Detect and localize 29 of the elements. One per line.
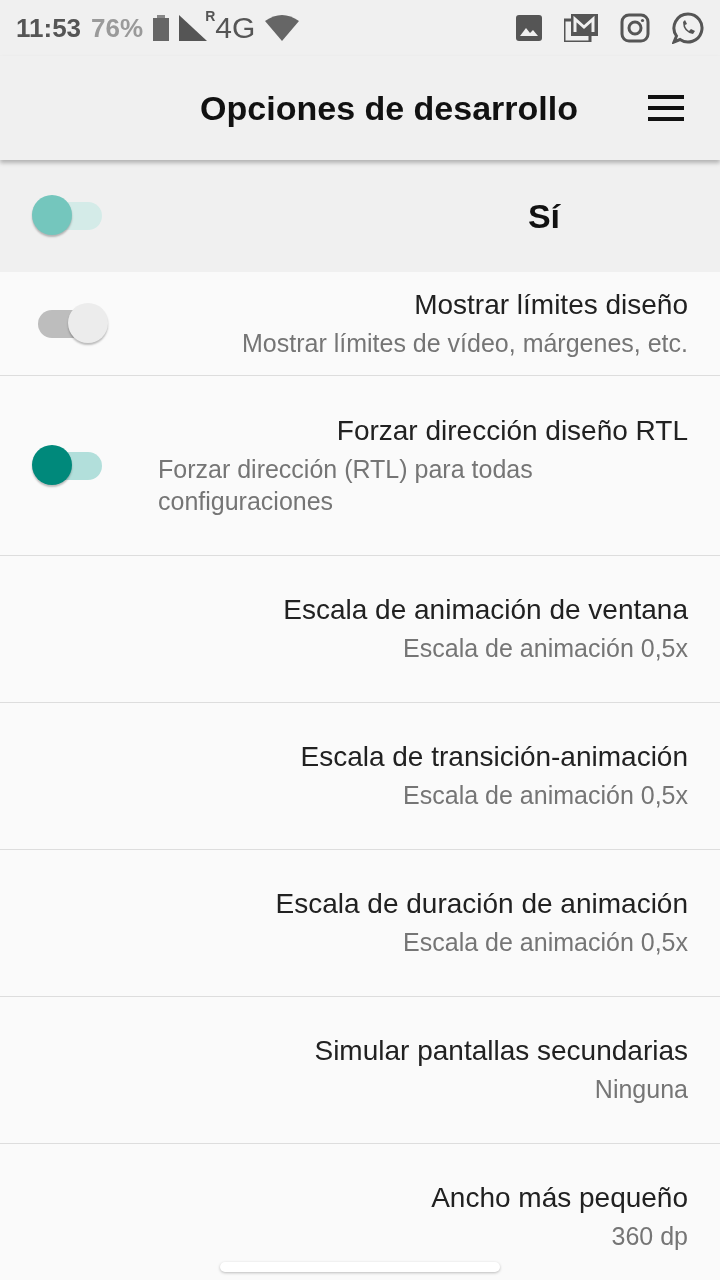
setting-summary: 360 dp xyxy=(611,1221,688,1252)
chat-bubble-icon xyxy=(672,12,704,44)
setting-title[interactable]: Mostrar límites diseño xyxy=(414,288,688,321)
menu-icon[interactable] xyxy=(648,95,684,121)
home-indicator[interactable] xyxy=(220,1262,500,1272)
clock-time: 11:53 xyxy=(16,12,82,44)
setting-title[interactable]: Ancho más pequeño xyxy=(431,1182,688,1214)
wifi-icon xyxy=(265,15,300,41)
battery-percent: 76% xyxy=(91,12,144,44)
camera-icon xyxy=(620,13,650,43)
setting-summary: Escala de animación 0,5x xyxy=(403,927,688,958)
setting-summary: Escala de animación 0,5x xyxy=(403,780,688,811)
setting-title[interactable]: Simular pantallas secundarias xyxy=(314,1035,688,1067)
setting-summary: Ninguna xyxy=(594,1074,688,1105)
network-label: 4G xyxy=(215,11,256,45)
mail-icon xyxy=(564,14,598,42)
setting-summary: Forzar dirección (RTL) para todas configuraciones xyxy=(158,453,534,517)
setting-title[interactable]: Escala de animación de ventana xyxy=(283,594,688,626)
master-switch-label: Sí xyxy=(527,196,560,236)
signal-icon xyxy=(179,15,208,41)
setting-title[interactable]: Escala de duración de animación xyxy=(275,888,688,920)
battery-icon xyxy=(153,15,170,41)
setting-summary: Mostrar límites de vídeo, márgenes, etc. xyxy=(242,327,688,359)
roaming-label: R xyxy=(205,8,216,24)
setting-title[interactable]: Escala de transición-animación xyxy=(300,741,688,773)
screen-title: Opciones de desarrollo xyxy=(200,88,578,128)
image-icon xyxy=(516,15,542,41)
setting-summary: Escala de animación 0,5x xyxy=(403,633,688,664)
setting-title[interactable]: Forzar dirección diseño RTL xyxy=(336,414,688,447)
